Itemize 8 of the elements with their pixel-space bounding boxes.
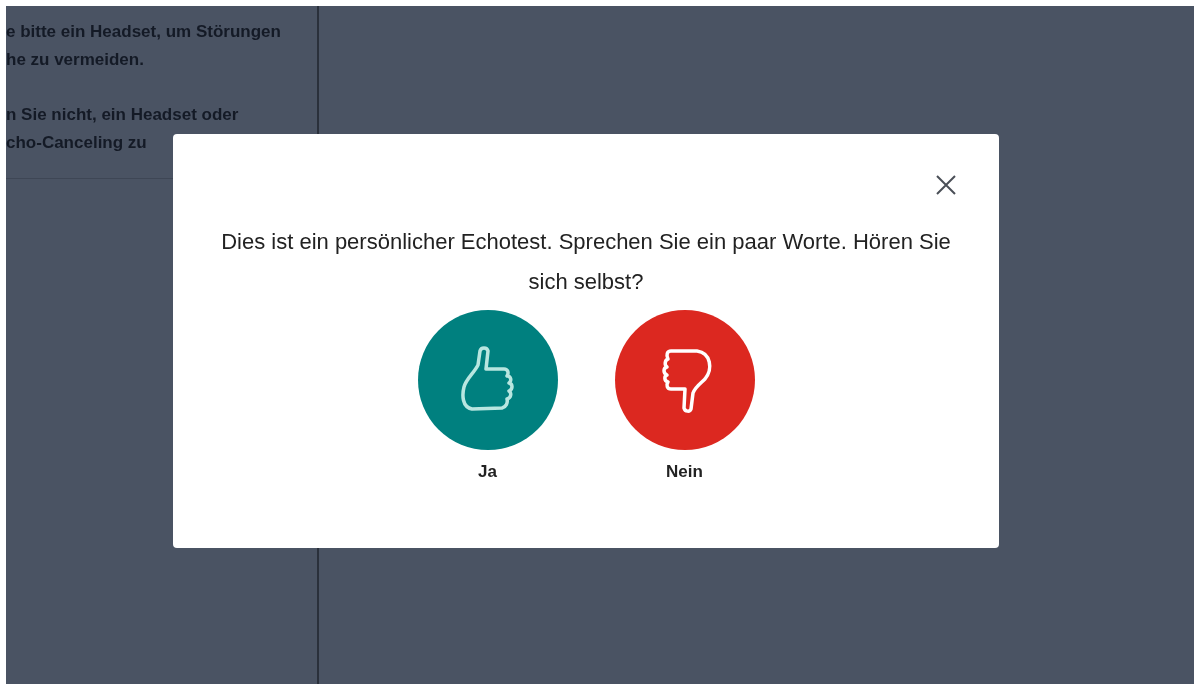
- answer-label: Nein: [666, 462, 703, 482]
- panel-text: he zu vermeiden.: [6, 49, 145, 71]
- panel-text: cho-Canceling zu: [6, 132, 148, 154]
- answer-label: Ja: [478, 462, 497, 482]
- panel-text: e bitte ein Headset, um Störungen: [6, 21, 282, 43]
- panel-text: n Sie nicht, ein Headset oder: [6, 104, 240, 126]
- close-icon[interactable]: [935, 174, 957, 196]
- dialog-message: Dies ist ein persönlicher Echotest. Sprechen Sie ein paar Worte. Hören Sie sich selbst?: [220, 228, 952, 296]
